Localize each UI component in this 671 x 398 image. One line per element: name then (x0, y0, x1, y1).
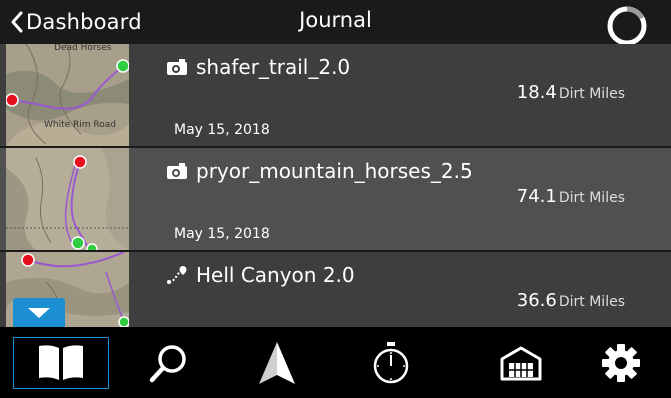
journal-entry[interactable]: Hell Canyon 2.0 36.6 Dirt Miles (0, 252, 671, 327)
tab-garage[interactable] (473, 337, 569, 389)
chevron-left-icon (11, 11, 23, 33)
route-map-thumbnail: Dead Horses White Rim Road (6, 44, 129, 146)
end-marker (6, 93, 19, 107)
back-button-label: Dashboard (26, 10, 142, 34)
start-marker (116, 59, 129, 73)
miles-value: 18.4 (516, 82, 557, 103)
map-label: White Rim Road (44, 120, 116, 130)
entry-title: shafer_trail_2.0 (196, 55, 351, 79)
miles-unit: Dirt Miles (558, 86, 625, 102)
journal-list[interactable]: Dead Horses White Rim Road shafer_trail_… (0, 44, 671, 327)
top-bar: Dashboard Journal (0, 0, 671, 46)
tab-navigate[interactable] (229, 337, 325, 389)
tab-settings[interactable] (573, 337, 669, 389)
start-marker (71, 236, 85, 250)
journal-entry[interactable]: pryor_mountain_horses_2.5 74.1 Dirt Miles… (0, 148, 671, 250)
route-icon (167, 266, 187, 284)
entry-title: Hell Canyon 2.0 (196, 263, 355, 287)
miles-value: 36.6 (516, 290, 557, 311)
camera-icon (167, 59, 187, 75)
camera-icon (167, 163, 187, 179)
tab-search[interactable] (121, 337, 217, 389)
miles-unit: Dirt Miles (558, 294, 625, 310)
end-marker (21, 253, 35, 267)
book-icon (39, 345, 83, 380)
back-button[interactable]: Dashboard (10, 8, 142, 36)
sync-ring-icon[interactable] (605, 4, 649, 48)
navigation-arrow-icon (259, 342, 295, 384)
expand-drawer-button[interactable] (13, 298, 65, 328)
search-icon (149, 345, 186, 383)
journal-entry[interactable]: Dead Horses White Rim Road shafer_trail_… (0, 44, 671, 146)
map-label: Dead Horses (54, 44, 112, 53)
entry-date: May 15, 2018 (174, 226, 270, 242)
bottom-tab-bar (0, 327, 671, 398)
chevron-down-icon (28, 308, 50, 318)
start-marker (118, 316, 129, 327)
miles-unit: Dirt Miles (558, 190, 625, 206)
tab-timer[interactable] (343, 337, 439, 389)
miles-value: 74.1 (516, 186, 557, 207)
page-title: Journal (299, 8, 372, 32)
tab-journal[interactable] (13, 337, 109, 389)
gear-icon (602, 344, 640, 382)
garage-icon (500, 346, 542, 381)
stopwatch-icon (373, 342, 409, 384)
entry-title: pryor_mountain_horses_2.5 (196, 159, 473, 183)
end-marker (73, 155, 87, 169)
entry-date: May 15, 2018 (174, 122, 270, 138)
route-map-thumbnail (6, 148, 129, 250)
